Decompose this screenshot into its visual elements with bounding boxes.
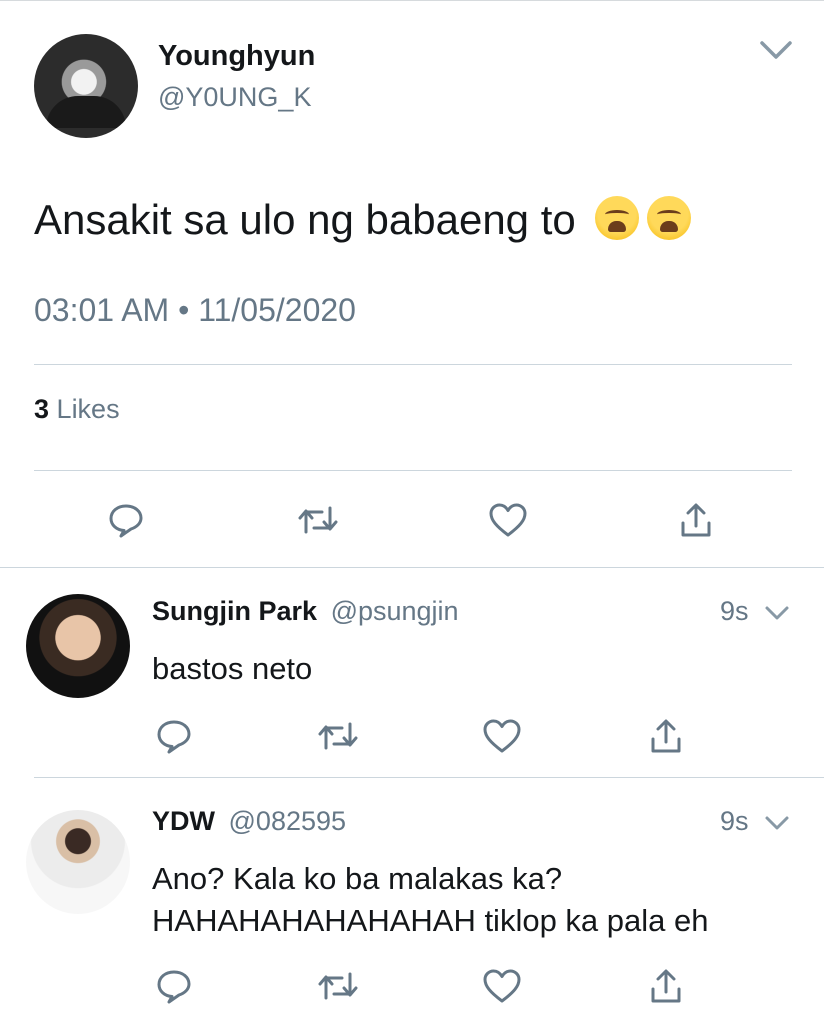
reply-button[interactable] (102, 496, 150, 544)
reply-header: YDW @082595 (152, 806, 346, 837)
reply-actions (0, 962, 824, 1008)
reply-time: 9s (720, 596, 749, 626)
tweet-text-body: Ansakit sa ulo ng babaeng to (34, 196, 576, 243)
like-button[interactable] (484, 496, 532, 544)
reply-actions (0, 712, 824, 758)
share-icon (651, 719, 681, 753)
reply-text: bastos neto (152, 648, 312, 690)
chevron-down-icon[interactable] (764, 814, 790, 832)
reply-button[interactable] (150, 712, 198, 760)
heart-icon (483, 719, 521, 753)
author-avatar[interactable] (34, 34, 138, 138)
reply-text-line: HAHAHAHAHAHAHAH tiklop ka pala eh (152, 903, 709, 938)
main-tweet: Younghyun @Y0UNG_K Ansakit sa ulo ng bab… (0, 0, 824, 568)
reply-time: 9s (720, 806, 749, 836)
reply-text: Ano? Kala ko ba malakas ka? HAHAHAHAHAHA… (152, 858, 709, 942)
timestamp-separator: • (178, 292, 190, 328)
reply-text-line: Ano? Kala ko ba malakas ka? (152, 861, 563, 896)
share-button[interactable] (672, 496, 720, 544)
divider (34, 364, 792, 365)
avatar[interactable] (26, 594, 130, 698)
avatar[interactable] (26, 810, 130, 914)
likes-count: 3 (34, 394, 50, 424)
tweet-timestamp: 03:01 AM • 11/05/2020 (34, 292, 356, 329)
reply-icon (109, 504, 143, 538)
likes-row[interactable]: 3 Likes (34, 394, 120, 425)
likes-label: Likes (56, 394, 120, 424)
retweet-icon (318, 972, 358, 1000)
reply-header: Sungjin Park @psungjin (152, 596, 459, 627)
reply-tweet[interactable]: Sungjin Park @psungjin 9s bastos neto (0, 590, 824, 776)
tweet-actions (0, 496, 824, 544)
chevron-down-icon[interactable] (764, 604, 790, 622)
share-icon (651, 969, 681, 1003)
share-button[interactable] (642, 962, 690, 1010)
divider (34, 777, 824, 778)
share-icon (681, 503, 711, 537)
reply-icon (157, 970, 191, 1004)
like-button[interactable] (478, 712, 526, 760)
retweet-button[interactable] (294, 496, 342, 544)
like-button[interactable] (478, 962, 526, 1010)
heart-icon (489, 503, 527, 537)
chevron-down-icon[interactable] (758, 38, 794, 62)
weary-face-icon (595, 196, 640, 240)
reply-author-name[interactable]: Sungjin Park (152, 596, 317, 626)
retweet-icon (298, 506, 338, 534)
section-divider (0, 567, 824, 568)
divider (34, 470, 792, 471)
retweet-icon (318, 722, 358, 750)
reply-tweet[interactable]: YDW @082595 9s Ano? Kala ko ba malakas k… (0, 800, 824, 1024)
reply-author-handle[interactable]: @psungjin (331, 596, 459, 626)
heart-icon (483, 969, 521, 1003)
retweet-button[interactable] (314, 962, 362, 1010)
reply-button[interactable] (150, 962, 198, 1010)
tweet-time: 03:01 AM (34, 292, 170, 328)
weary-face-icon (647, 196, 692, 240)
author-handle[interactable]: @Y0UNG_K (158, 82, 311, 113)
share-button[interactable] (642, 712, 690, 760)
reply-text-line: bastos neto (152, 651, 313, 686)
reply-author-name[interactable]: YDW (152, 806, 215, 836)
author-name[interactable]: Younghyun (158, 40, 315, 73)
retweet-button[interactable] (314, 712, 362, 760)
reply-author-handle[interactable]: @082595 (229, 806, 347, 836)
tweet-text: Ansakit sa ulo ng babaeng to (34, 196, 692, 244)
reply-icon (157, 720, 191, 754)
tweet-date: 11/05/2020 (198, 292, 356, 328)
